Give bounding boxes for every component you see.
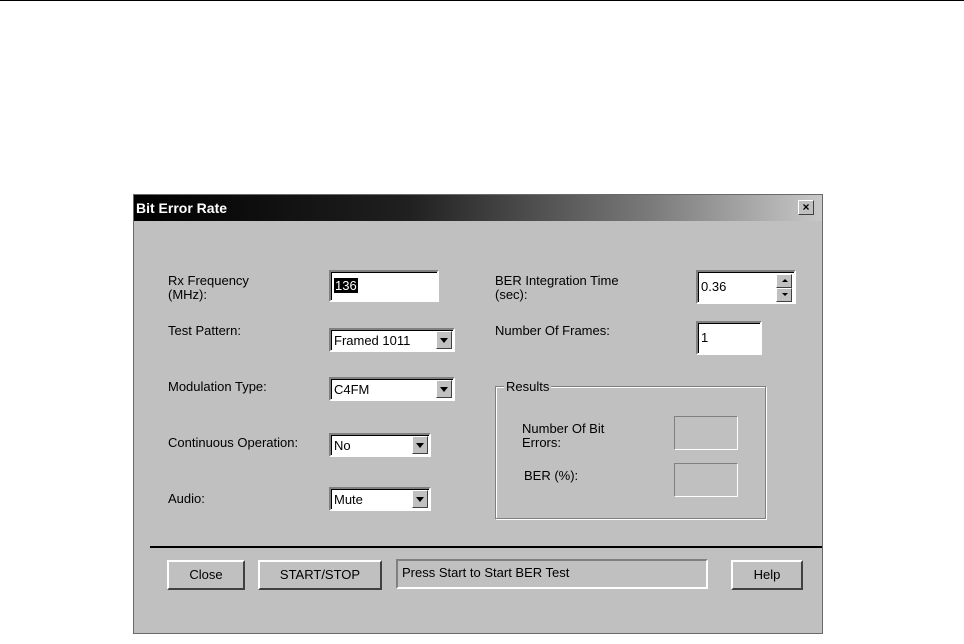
ber-percent-output — [674, 463, 738, 497]
modulation-type-value: C4FM — [334, 382, 370, 397]
number-of-frames-input[interactable]: 1 — [696, 321, 762, 355]
dialog-title: Bit Error Rate — [136, 200, 228, 216]
audio-value: Mute — [334, 492, 363, 507]
test-pattern-dropdown[interactable]: Framed 1011 — [329, 328, 455, 352]
ber-integration-time-input[interactable]: 0.36 — [696, 270, 796, 304]
number-of-frames-value: 1 — [701, 330, 709, 345]
bit-errors-label-line2: Errors: — [522, 435, 561, 450]
close-button[interactable]: Close — [167, 560, 245, 590]
status-text: Press Start to Start BER Test — [396, 559, 708, 589]
audio-dropdown[interactable]: Mute — [329, 487, 431, 511]
ber-integration-time-label: BER Integration Time (sec): — [495, 274, 619, 302]
results-group: Results Number Of Bit Errors: BER (%): — [495, 379, 766, 519]
test-pattern-value: Framed 1011 — [334, 333, 411, 348]
rx-frequency-label-line2: (MHz): — [168, 287, 207, 302]
spin-down-icon[interactable] — [776, 288, 792, 302]
modulation-type-dropdown[interactable]: C4FM — [329, 377, 455, 401]
ber-integration-time-value: 0.36 — [701, 279, 727, 294]
results-group-title: Results — [504, 379, 552, 394]
test-pattern-label: Test Pattern: — [168, 323, 241, 338]
chevron-down-icon[interactable] — [412, 490, 428, 508]
close-window-icon[interactable]: × — [798, 200, 814, 215]
bit-errors-output — [674, 416, 738, 450]
ber-integration-time-spinner[interactable] — [776, 274, 792, 302]
rx-frequency-value: 136 — [334, 278, 358, 293]
spin-up-icon[interactable] — [776, 274, 792, 288]
bit-errors-label: Number Of Bit Errors: — [522, 422, 604, 450]
title-bar[interactable]: Bit Error Rate × — [134, 195, 822, 221]
audio-label: Audio: — [168, 491, 205, 506]
help-button[interactable]: Help — [731, 560, 803, 590]
bit-errors-label-line1: Number Of Bit — [522, 421, 605, 436]
separator-line — [150, 546, 822, 548]
top-rule — [0, 0, 964, 1]
ber-percent-label: BER (%): — [524, 468, 579, 483]
chevron-down-icon[interactable] — [412, 436, 428, 454]
ber-integration-time-label-line1: BER Integration Time — [495, 273, 619, 288]
start-stop-button[interactable]: START/STOP — [258, 560, 382, 590]
chevron-down-icon[interactable] — [436, 331, 452, 349]
number-of-frames-label: Number Of Frames: — [495, 323, 610, 338]
continuous-operation-value: No — [334, 438, 351, 453]
chevron-down-icon[interactable] — [436, 380, 452, 398]
continuous-operation-label: Continuous Operation: — [168, 435, 299, 450]
bit-error-rate-dialog: Bit Error Rate × Rx Frequency (MHz): 136… — [133, 194, 823, 634]
rx-frequency-label: Rx Frequency (MHz): — [168, 274, 249, 302]
rx-frequency-label-line1: Rx Frequency — [168, 273, 249, 288]
modulation-type-label: Modulation Type: — [168, 379, 267, 394]
ber-integration-time-label-line2: (sec): — [495, 287, 528, 302]
continuous-operation-dropdown[interactable]: No — [329, 433, 431, 457]
rx-frequency-input[interactable]: 136 — [329, 270, 439, 302]
